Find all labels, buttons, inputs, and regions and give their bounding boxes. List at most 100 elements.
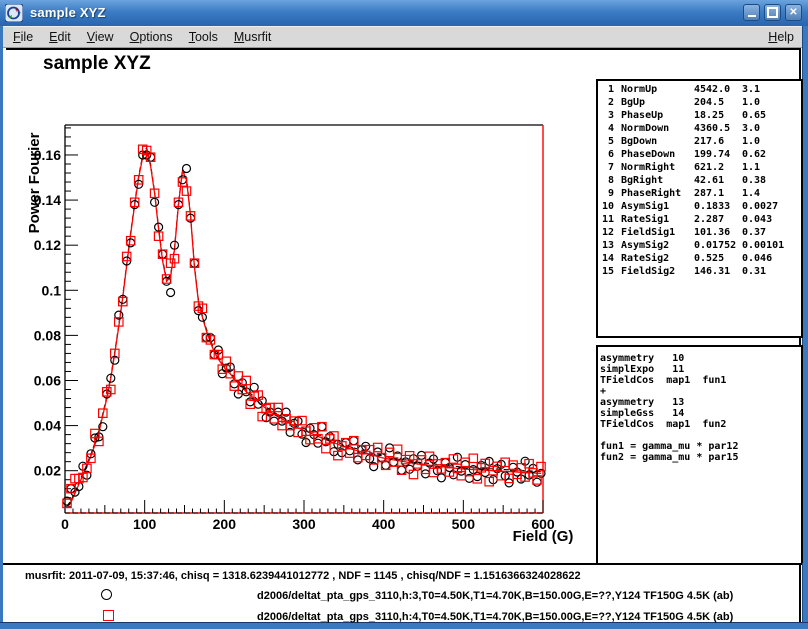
param-value: 18.25 (694, 110, 724, 121)
data-point-circle (318, 423, 326, 431)
param-value: 0.525 (694, 253, 724, 264)
param-error: 1.0 (742, 136, 760, 147)
param-value: 146.31 (694, 266, 730, 277)
minimize-button[interactable] (743, 4, 760, 21)
param-row: 8 BgRight 42.61 0.38 (598, 175, 801, 188)
y-tick-label: 0.04 (34, 418, 61, 434)
param-index: 13 (600, 240, 614, 251)
x-tick-label: 300 (292, 516, 316, 532)
param-value: 2.287 (694, 214, 724, 225)
param-row: 11RateSig12.2870.043 (598, 214, 801, 227)
param-value: 42.61 (694, 175, 724, 186)
param-row: 2BgUp204.51.0 (598, 97, 801, 110)
param-row: 5 BgDown 217.6 1.0 (598, 136, 801, 149)
param-error: 0.65 (742, 110, 766, 121)
param-error: 3.1 (742, 84, 760, 95)
param-value: 199.74 (694, 149, 730, 160)
menu-item-musrfit[interactable]: Musrfit (226, 28, 280, 46)
data-point-circle (398, 466, 406, 474)
window-border-bottom (0, 622, 808, 629)
y-axis-title: Power Fourier (26, 132, 43, 233)
menu-item-help[interactable]: Help (760, 28, 802, 46)
param-row: 6PhaseDown199.740.62 (598, 149, 801, 162)
param-value: 217.6 (694, 136, 724, 147)
param-error: 1.4 (742, 188, 760, 199)
fourier-plot[interactable]: 01002003004005006000.020.040.060.080.10.… (8, 48, 596, 565)
param-index: 10 (600, 201, 614, 212)
x-tick-label: 500 (452, 516, 476, 532)
param-name: PhaseUp (621, 110, 663, 121)
param-row: 14 RateSig2 0.525 0.046 (598, 253, 801, 266)
musrfit-window: { "window": { "title": "sample XYZ", "co… (0, 0, 808, 629)
x-axis-title: Field (G) (513, 528, 574, 545)
minimize-icon (748, 15, 756, 17)
menu-item-view[interactable]: View (79, 28, 122, 46)
data-point-circle (183, 165, 191, 173)
param-name: NormUp (621, 84, 657, 95)
param-error: 0.38 (742, 175, 766, 186)
y-tick-label: 0.1 (42, 282, 62, 298)
param-name: FieldSig1 (621, 227, 675, 238)
param-row: 12FieldSig1101.360.37 (598, 227, 801, 240)
param-value: 0.01752 (694, 240, 736, 251)
x-tick-label: 100 (133, 516, 157, 532)
param-value: 4542.0 (694, 84, 730, 95)
x-tick-label: 0 (61, 516, 69, 532)
x-axis[interactable]: 0100200300400500600 (61, 500, 555, 532)
param-error: 0.046 (742, 253, 772, 264)
window-title: sample XYZ (30, 5, 106, 20)
param-error: 0.62 (742, 149, 766, 160)
menu-item-file[interactable]: File (5, 28, 41, 46)
data-point-circle (167, 289, 175, 297)
data-point-circle (179, 176, 187, 184)
y-tick-label: 0.12 (34, 237, 61, 253)
param-index: 4 (600, 123, 614, 134)
close-icon: ✕ (789, 8, 797, 18)
y-tick-label: 0.08 (34, 327, 61, 343)
data-point-circle (437, 474, 445, 482)
param-error: 0.37 (742, 227, 766, 238)
menu-item-edit[interactable]: Edit (41, 28, 79, 46)
fit-parameters-pad: 1NormUp4542.03.12BgUp204.51.03PhaseUp18.… (596, 79, 803, 338)
param-name: AsymSig2 (621, 240, 669, 251)
svg-text:+: + (18, 11, 22, 17)
data-point-circle (127, 239, 135, 247)
param-index: 5 (600, 136, 614, 147)
param-name: RateSig2 (621, 253, 669, 264)
fit-status-line: musrfit: 2011-07-09, 15:37:46, chisq = 1… (25, 570, 581, 582)
menu-bar: FileEditViewOptionsToolsMusrfit Help (3, 26, 802, 48)
param-name: PhaseDown (621, 149, 675, 160)
param-error: 0.00101 (742, 240, 784, 251)
menu-item-tools[interactable]: Tools (181, 28, 226, 46)
data-point-circle (350, 437, 358, 445)
theory-pad: asymmetry 10 simplExpo 11 TFieldCos map1… (596, 345, 803, 563)
data-point-circle (151, 198, 159, 206)
param-index: 8 (600, 175, 614, 186)
y-tick-label: 0.02 (34, 463, 61, 479)
data-point-circle (270, 417, 278, 425)
menu-item-options[interactable]: Options (122, 28, 181, 46)
param-value: 4360.5 (694, 123, 730, 134)
data-point-circle (63, 497, 71, 505)
window-titlebar: + + sample XYZ ✕ (0, 0, 808, 27)
param-row: 15FieldSig2146.310.31 (598, 266, 801, 279)
legend-run-title-2: d2006/deltat_pta_gps_3110,h:4,T0=4.50K,T… (257, 611, 733, 623)
maximize-button[interactable] (764, 4, 781, 21)
param-error: 0.0027 (742, 201, 778, 212)
param-name: BgRight (621, 175, 663, 186)
param-index: 14 (600, 253, 614, 264)
maximize-icon (767, 7, 778, 18)
theory-text: asymmetry 10 simplExpo 11 TFieldCos map1… (600, 353, 801, 463)
close-button[interactable]: ✕ (785, 4, 802, 21)
data-point-circle (250, 383, 258, 391)
param-name: BgDown (621, 136, 657, 147)
param-index: 12 (600, 227, 614, 238)
param-error: 1.0 (742, 97, 760, 108)
menu-items: FileEditViewOptionsToolsMusrfit (3, 28, 279, 46)
param-index: 9 (600, 188, 614, 199)
data-point-circle (473, 473, 481, 481)
param-value: 204.5 (694, 97, 724, 108)
y-tick-label: 0.06 (34, 372, 61, 388)
param-index: 15 (600, 266, 614, 277)
param-row: 9PhaseRight287.11.4 (598, 188, 801, 201)
